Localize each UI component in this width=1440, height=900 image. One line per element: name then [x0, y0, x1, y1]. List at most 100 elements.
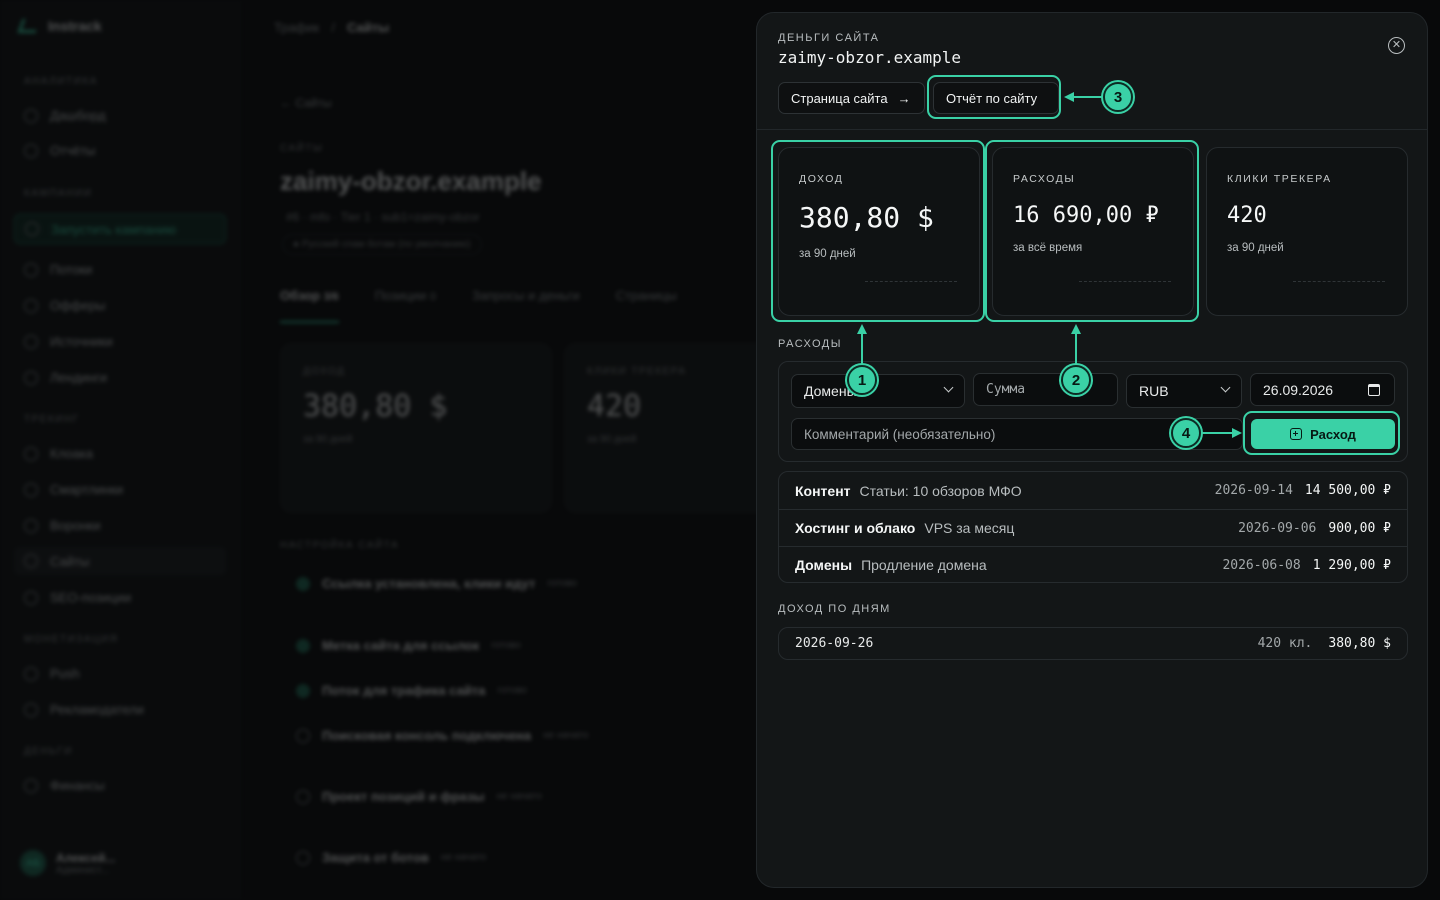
panel-title: zaimy-obzor.example	[778, 48, 962, 67]
user-profile[interactable]: АБ Алексей... Админист...	[20, 850, 115, 876]
empty-circle-icon	[296, 789, 310, 804]
back-link[interactable]: ← Сайты	[280, 96, 332, 110]
expenses-value: 16 690,00 ₽	[1013, 203, 1159, 228]
setup-item[interactable]: Поток для трафика сайта готово	[296, 683, 527, 698]
check-icon	[296, 576, 310, 591]
funnel-icon	[24, 518, 38, 533]
plus-square-icon	[1290, 428, 1303, 440]
currency-select[interactable]: RUB	[1126, 374, 1242, 408]
expenses-section-label: РАСХОДЫ	[778, 338, 842, 350]
user-role: Админист...	[56, 864, 109, 876]
date-input[interactable]: 26.09.2026	[1250, 373, 1395, 406]
expense-row[interactable]: Домены Продление домена 2026-06-08 1 290…	[779, 546, 1407, 582]
page-title: zaimy-obzor.example	[280, 166, 542, 196]
nav-section-campaigns: КАМПАНИИ	[24, 188, 93, 199]
chevron-down-icon	[1220, 382, 1231, 393]
site-meta: #6 · mfo · Tier 1 · sub1=zaimy-obzor	[286, 210, 480, 224]
sidebar-item-push[interactable]: Push	[24, 666, 80, 681]
empty-circle-icon	[296, 850, 310, 865]
sidebar-item-funnels[interactable]: Воронки	[24, 518, 101, 533]
sidebar-item-flows[interactable]: Потоки	[24, 262, 92, 277]
income-card: ДОХОД 380,80 $ за 90 дней	[778, 147, 980, 316]
nav-section-monetization: МОНЕТИЗАЦИЯ	[24, 634, 119, 645]
check-icon	[296, 683, 310, 698]
brand-logo-icon	[17, 19, 41, 33]
setup-item[interactable]: Поисковая консоль подключена не начато	[296, 728, 588, 743]
expense-row[interactable]: Хостинг и облако VPS за месяц 2026-09-06…	[779, 509, 1407, 546]
rocket-icon	[25, 222, 39, 236]
amount-input[interactable]: Сумма	[973, 373, 1118, 406]
clicks-value: 420	[1227, 203, 1267, 228]
avatar: АБ	[20, 850, 46, 876]
chevron-down-icon	[943, 382, 954, 393]
income-by-day-label: ДОХОД ПО ДНЯМ	[778, 603, 891, 615]
setup-item[interactable]: Проект позиций и фразы не начато	[296, 789, 542, 804]
user-name: Алексей...	[56, 850, 116, 865]
filter-icon	[24, 446, 38, 461]
setup-item[interactable]: Защита от ботов не начато	[296, 850, 486, 865]
page-kicker: САЙТЫ	[280, 143, 324, 154]
bell-icon	[24, 666, 38, 681]
sidebar-item-finance[interactable]: Финансы	[24, 778, 105, 793]
site-money-panel: ДЕНЬГИ САЙТА zaimy-obzor.example ✕ Стран…	[756, 12, 1428, 888]
sidebar-item-reports[interactable]: Отчёты	[24, 143, 95, 158]
income-value: 380,80 $	[799, 201, 934, 234]
add-expense-button[interactable]: Расход	[1251, 419, 1395, 449]
sidebar-item-seo[interactable]: SEO-позиции	[24, 590, 131, 605]
brand-name: Instrack	[48, 18, 102, 34]
link-icon	[24, 482, 38, 497]
category-select[interactable]: Домены	[791, 374, 965, 408]
flows-icon	[24, 262, 38, 277]
breadcrumb: Трафик / Сайты	[274, 20, 390, 35]
sidebar-item-sites[interactable]: Сайты	[14, 547, 226, 575]
sparkline-placeholder	[1293, 281, 1385, 282]
sparkline-placeholder	[1079, 281, 1171, 282]
globe-icon	[24, 554, 38, 568]
wallet-icon	[24, 778, 38, 793]
nav-section-analytics: АНАЛИТИКА	[24, 76, 98, 87]
tab-pages[interactable]: Страницы	[616, 288, 677, 323]
panel-divider	[757, 129, 1427, 130]
annotation-badge-2: 2	[1061, 365, 1091, 395]
sidebar-item-dashboard[interactable]: Дашборд	[24, 108, 106, 123]
sparkline-placeholder	[865, 281, 957, 282]
lock-icon	[24, 702, 38, 717]
sidebar-item-cloak[interactable]: Клоака	[24, 446, 93, 461]
site-page-button[interactable]: Страница сайта →	[778, 82, 925, 114]
expenses-card: РАСХОДЫ 16 690,00 ₽ за всё время	[992, 147, 1194, 316]
panel-kicker: ДЕНЬГИ САЙТА	[778, 32, 880, 44]
landings-icon	[24, 370, 38, 385]
bot-protection-pill: ● Русский спам ботам (по умолчанию)	[282, 234, 482, 255]
tab-positions[interactable]: Позиции 0	[375, 288, 436, 323]
annotation-badge-3: 3	[1103, 82, 1133, 112]
setup-item[interactable]: Ссылка установлена, клики идут готово	[296, 576, 577, 591]
close-icon[interactable]: ✕	[1388, 37, 1405, 54]
sidebar: Instrack АНАЛИТИКА Дашборд Отчёты КАМПАН…	[0, 0, 240, 900]
bg-income-card: ДОХОД 380,80 $ за 90 дней	[280, 343, 552, 513]
offers-icon	[24, 298, 38, 313]
income-day-row[interactable]: 2026-09-26 420 кл. 380,80 $	[778, 627, 1408, 660]
annotation-badge-1: 1	[847, 365, 877, 395]
sidebar-item-launch-campaign[interactable]: Запустить кампанию	[14, 214, 226, 244]
sidebar-item-offers[interactable]: Офферы	[24, 298, 105, 313]
nav-section-money: ДЕНЬГИ	[24, 746, 73, 757]
tab-queries-money[interactable]: Запросы и деньги	[472, 288, 580, 323]
site-tabs: Обзор 3/6 Позиции 0 Запросы и деньги Стр…	[280, 288, 677, 323]
sidebar-item-landings[interactable]: Лендинги	[24, 370, 107, 385]
site-report-button[interactable]: Отчёт по сайту	[933, 82, 1059, 114]
reports-icon	[24, 143, 38, 158]
annotation-badge-4: 4	[1171, 418, 1201, 448]
breadcrumb-traffic[interactable]: Трафик	[274, 20, 319, 35]
nav-section-tracking: ТРЕКИНГ	[24, 414, 80, 425]
expense-row[interactable]: Контент Статьи: 10 обзоров МФО 2026-09-1…	[779, 472, 1407, 509]
sidebar-item-sources[interactable]: Источники	[24, 334, 113, 349]
sidebar-item-smartlinks[interactable]: Смартлинки	[24, 482, 123, 497]
setup-item[interactable]: Метка сайта для ссылок готово	[296, 638, 521, 653]
empty-circle-icon	[296, 728, 310, 743]
check-icon	[296, 638, 310, 653]
setup-kicker: НАСТРОЙКА САЙТА	[280, 540, 400, 551]
dashboard-icon	[24, 108, 38, 123]
sidebar-item-advertisers[interactable]: Рекламодатели	[24, 702, 144, 717]
breadcrumb-sites: Сайты	[346, 20, 390, 35]
tab-overview[interactable]: Обзор 3/6	[280, 288, 339, 323]
